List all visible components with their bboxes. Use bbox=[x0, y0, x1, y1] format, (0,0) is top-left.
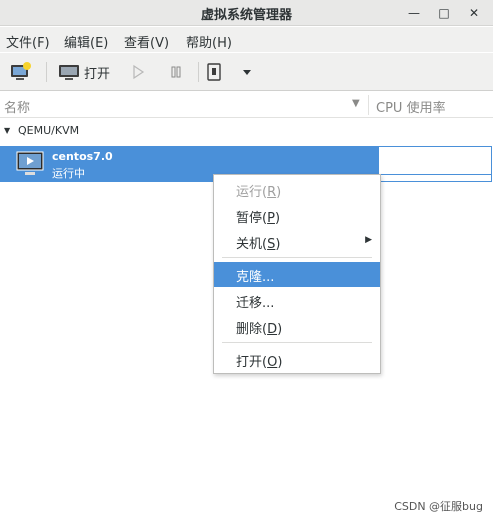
close-button[interactable]: ✕ bbox=[464, 3, 484, 23]
menu-item-run-mnemonic: R bbox=[267, 185, 277, 200]
menu-help[interactable]: 帮助(H) bbox=[186, 32, 232, 51]
connection-row[interactable]: ▼ QEMU/KVM bbox=[0, 120, 493, 142]
cpu-usage-line bbox=[379, 174, 491, 175]
maximize-button[interactable]: □ bbox=[434, 3, 454, 23]
title-bar: 虚拟系统管理器 — □ ✕ bbox=[0, 0, 493, 26]
menu-item-shutdown-mnemonic: S bbox=[267, 237, 276, 252]
monitor-icon bbox=[59, 65, 79, 80]
watermark: CSDN @征服bug bbox=[394, 500, 483, 513]
menu-item-migrate[interactable]: 迁移... bbox=[214, 288, 380, 313]
toolbar: 打开 bbox=[0, 53, 493, 91]
sort-arrow-icon: ▼ bbox=[352, 98, 360, 109]
menu-separator bbox=[222, 342, 372, 343]
menu-item-pause-mnemonic: P bbox=[267, 211, 275, 226]
cpu-usage-graph bbox=[378, 146, 492, 182]
menu-item-delete[interactable]: 删除(D) bbox=[214, 314, 380, 339]
column-header: 名称 ▼ CPU 使用率 bbox=[0, 92, 493, 118]
pause-icon bbox=[171, 66, 181, 78]
pause-button[interactable] bbox=[168, 61, 188, 83]
menu-item-delete-mnemonic: D bbox=[267, 322, 278, 337]
expander-icon[interactable]: ▼ bbox=[4, 126, 10, 135]
menu-file[interactable]: 文件(F) bbox=[6, 32, 50, 51]
open-button-label: 打开 bbox=[84, 66, 111, 82]
run-button[interactable] bbox=[130, 61, 150, 83]
menu-item-run-label: 运行 bbox=[236, 185, 263, 200]
menu-item-open-label: 打开 bbox=[236, 355, 263, 370]
shutdown-dropdown-button[interactable] bbox=[242, 61, 258, 83]
menu-edit[interactable]: 编辑(E) bbox=[64, 32, 108, 51]
menu-item-pause[interactable]: 暂停(P) bbox=[214, 203, 380, 228]
menu-item-shutdown[interactable]: 关机(S) ▶ bbox=[214, 229, 380, 254]
open-button[interactable]: 打开 bbox=[58, 61, 120, 83]
menu-separator bbox=[222, 257, 372, 258]
new-vm-icon bbox=[11, 62, 31, 80]
menu-item-open-mnemonic: O bbox=[267, 355, 278, 370]
menu-item-pause-label: 暂停 bbox=[236, 211, 263, 226]
column-divider bbox=[368, 95, 369, 115]
play-icon bbox=[133, 64, 145, 80]
menu-item-delete-label: 删除 bbox=[236, 322, 263, 337]
menu-item-run[interactable]: 运行(R) bbox=[214, 177, 380, 202]
menu-item-open[interactable]: 打开(O) bbox=[214, 347, 380, 372]
new-vm-button[interactable] bbox=[10, 61, 34, 83]
dropdown-arrow-icon bbox=[243, 70, 251, 75]
menu-item-shutdown-label: 关机 bbox=[236, 237, 263, 252]
menu-item-clone[interactable]: 克隆... bbox=[214, 262, 380, 287]
shutdown-icon bbox=[207, 63, 221, 81]
menu-bar: 文件(F) 编辑(E) 查看(V) 帮助(H) bbox=[0, 27, 493, 52]
connection-label: QEMU/KVM bbox=[18, 124, 80, 137]
minimize-button[interactable]: — bbox=[404, 3, 424, 23]
column-name-header[interactable]: 名称 bbox=[4, 97, 30, 116]
submenu-arrow-icon: ▶ bbox=[365, 235, 372, 245]
menu-item-migrate-label: 迁移... bbox=[236, 296, 275, 311]
toolbar-separator bbox=[46, 62, 47, 82]
shutdown-button[interactable] bbox=[206, 61, 226, 83]
menu-item-clone-label: 克隆... bbox=[236, 270, 275, 285]
column-cpu-header[interactable]: CPU 使用率 bbox=[376, 97, 446, 116]
toolbar-separator bbox=[198, 62, 199, 82]
menu-view[interactable]: 查看(V) bbox=[124, 32, 169, 51]
context-menu: 运行(R) 暂停(P) 关机(S) ▶ 克隆... 迁移... 删除(D) 打开… bbox=[213, 174, 381, 374]
vm-monitor-icon bbox=[16, 151, 44, 175]
vm-name: centos7.0 bbox=[52, 150, 113, 163]
vm-status: 运行中 bbox=[52, 167, 85, 180]
